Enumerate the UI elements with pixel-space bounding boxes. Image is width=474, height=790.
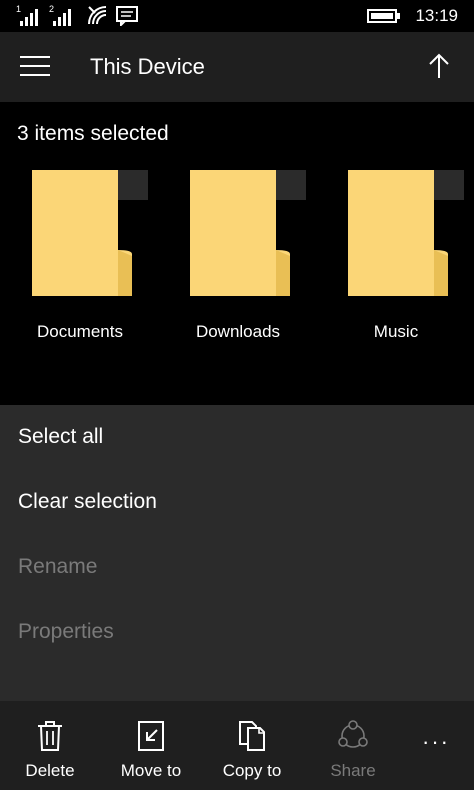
folder-item[interactable]: Downloads [158, 170, 318, 350]
sim2-label: 2 [49, 4, 55, 14]
hamburger-menu-icon[interactable] [20, 56, 50, 78]
menu-item-select-all[interactable]: Select all [18, 425, 103, 449]
copy-to-label: Copy to [222, 761, 282, 780]
more-options-button[interactable]: ··· [422, 729, 450, 755]
share-button: Share [303, 701, 403, 790]
menu-item-rename: Rename [18, 555, 98, 578]
app-bar: Delete Move to Copy to Share ··· [0, 701, 474, 790]
selection-checkbox[interactable] [118, 170, 148, 200]
share-icon [338, 720, 368, 748]
selection-checkbox[interactable] [434, 170, 464, 200]
trash-icon [38, 721, 62, 751]
menu-item-clear-selection[interactable]: Clear selection [18, 490, 157, 514]
move-to-button[interactable]: Move to [101, 701, 201, 790]
message-icon [116, 6, 138, 26]
up-arrow-icon[interactable] [428, 52, 450, 80]
status-bar: 1 2 13:19 [0, 0, 474, 32]
app-header: This Device [0, 32, 474, 102]
battery-icon [367, 9, 400, 23]
folder-name: Documents [37, 322, 123, 341]
copy-to-button[interactable]: Copy to [202, 701, 302, 790]
delete-label: Delete [25, 761, 75, 780]
delete-button[interactable]: Delete [0, 701, 100, 790]
folder-name: Downloads [195, 322, 281, 341]
copy-icon [239, 721, 265, 751]
menu-item-properties: Properties [18, 620, 114, 643]
move-to-icon [138, 721, 164, 751]
sim1-label: 1 [16, 4, 22, 14]
share-label: Share [330, 761, 376, 780]
signal-sim1-icon: 1 [16, 4, 42, 26]
folder-item[interactable]: Documents [0, 170, 160, 350]
folder-name: Music [373, 322, 419, 341]
selection-area: 3 items selected Documents Downloads Mus… [0, 102, 474, 405]
signal-sim2-icon: 2 [49, 4, 75, 26]
folder-item[interactable]: Music [316, 170, 474, 350]
context-menu: Select all Clear selection Rename Proper… [0, 405, 474, 701]
page-title: This Device [90, 54, 205, 79]
wifi-icon [88, 6, 107, 25]
clock: 13:19 [415, 6, 458, 25]
selection-checkbox[interactable] [276, 170, 306, 200]
selection-count: 3 items selected [17, 122, 169, 145]
move-to-label: Move to [120, 761, 182, 780]
